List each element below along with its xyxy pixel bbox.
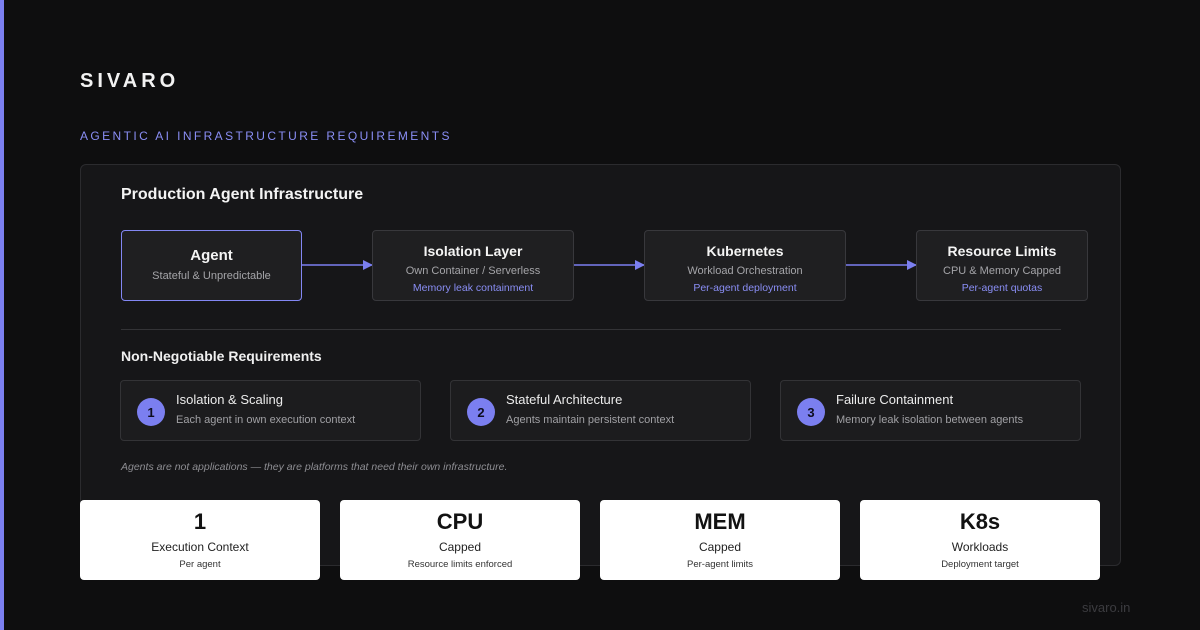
stat-value: MEM bbox=[694, 509, 746, 534]
requirement-card: 3 Failure Containment Memory leak isolat… bbox=[780, 380, 1081, 441]
stat-sublabel: Per-agent limits bbox=[687, 559, 753, 570]
page-subtitle: AGENTIC AI INFRASTRUCTURE REQUIREMENTS bbox=[80, 129, 452, 143]
brand-logo: SIVARO bbox=[80, 70, 180, 92]
accent-bar bbox=[0, 0, 4, 630]
node-desc: Stateful & Unpredictable bbox=[152, 270, 271, 282]
stat-label: Capped bbox=[698, 540, 742, 554]
stat-label: Capped bbox=[438, 540, 482, 554]
stat-card: K8s Workloads Deployment target bbox=[860, 500, 1100, 580]
stat-sublabel: Resource limits enforced bbox=[407, 559, 513, 570]
stat-value: K8s bbox=[959, 509, 1001, 534]
node-agent: Agent Stateful & Unpredictable bbox=[121, 230, 302, 301]
node-title: Isolation Layer bbox=[423, 243, 523, 259]
requirement-name: Isolation & Scaling bbox=[176, 392, 283, 407]
requirement-number: 1 bbox=[137, 398, 165, 426]
node-note: Per-agent deployment bbox=[693, 282, 797, 294]
stat-value: 1 bbox=[193, 509, 207, 534]
requirements-title: Non-Negotiable Requirements bbox=[121, 348, 322, 364]
node-desc: Workload Orchestration bbox=[687, 265, 803, 277]
node-desc: CPU & Memory Capped bbox=[943, 265, 1061, 277]
stat-card: 1 Execution Context Per agent bbox=[80, 500, 320, 580]
node-title: Kubernetes bbox=[706, 243, 784, 259]
node-title: Agent bbox=[190, 247, 233, 264]
stat-sublabel: Deployment target bbox=[941, 559, 1019, 570]
node-resource-limits: Resource Limits CPU & Memory Capped Per-… bbox=[916, 230, 1088, 301]
stat-label: Execution Context bbox=[151, 540, 249, 554]
stat-card: CPU Capped Resource limits enforced bbox=[340, 500, 580, 580]
node-note: Memory leak containment bbox=[412, 282, 534, 294]
divider bbox=[121, 329, 1061, 330]
requirement-number: 3 bbox=[797, 398, 825, 426]
requirement-desc: Memory leak isolation between agents bbox=[836, 414, 1024, 426]
requirement-desc: Each agent in own execution context bbox=[176, 414, 356, 426]
requirement-name: Failure Containment bbox=[836, 392, 954, 407]
node-title: Resource Limits bbox=[947, 243, 1057, 259]
panel-title: Production Agent Infrastructure bbox=[121, 186, 364, 203]
requirement-desc: Agents maintain persistent context bbox=[506, 414, 675, 426]
node-note: Per-agent quotas bbox=[961, 282, 1043, 294]
stat-sublabel: Per agent bbox=[179, 559, 221, 570]
node-kubernetes: Kubernetes Workload Orchestration Per-ag… bbox=[644, 230, 846, 301]
requirement-card: 2 Stateful Architecture Agents maintain … bbox=[450, 380, 751, 441]
stat-card: MEM Capped Per-agent limits bbox=[600, 500, 840, 580]
node-desc: Own Container / Serverless bbox=[405, 265, 541, 277]
footer-url: sivaro.in bbox=[1082, 600, 1131, 615]
quote-text: Agents are not applications — they are p… bbox=[121, 461, 508, 473]
requirement-number: 2 bbox=[467, 398, 495, 426]
requirement-card: 1 Isolation & Scaling Each agent in own … bbox=[120, 380, 421, 441]
node-isolation-layer: Isolation Layer Own Container / Serverle… bbox=[372, 230, 574, 301]
stat-label: Workloads bbox=[951, 540, 1009, 554]
requirement-name: Stateful Architecture bbox=[506, 392, 623, 407]
stat-value: CPU bbox=[436, 509, 484, 534]
